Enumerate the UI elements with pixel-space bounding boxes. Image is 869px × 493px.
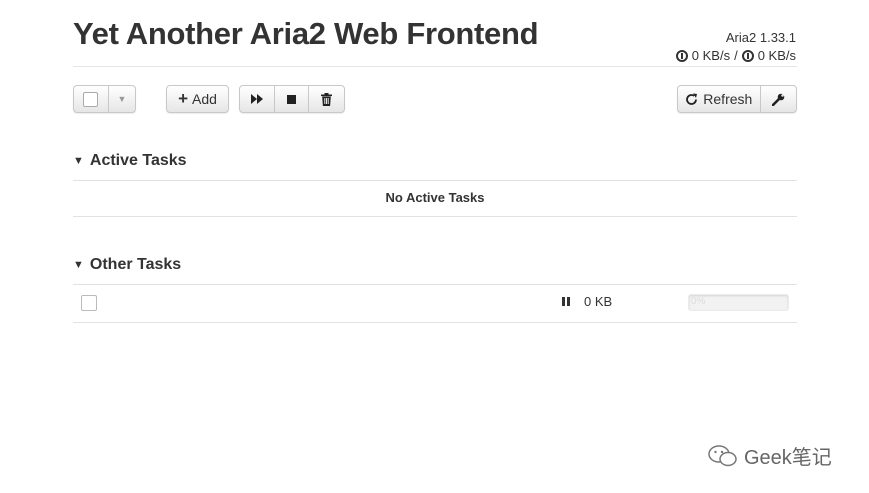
divider — [73, 322, 797, 323]
chevron-down-icon: ▼ — [73, 155, 84, 167]
upload-speed-icon — [741, 49, 754, 62]
wrench-icon — [771, 93, 785, 106]
add-button[interactable]: + Add — [167, 86, 228, 112]
download-speed-icon — [675, 49, 688, 62]
checkbox-icon — [83, 91, 99, 107]
resume-button[interactable] — [240, 86, 275, 112]
refresh-group: Refresh — [677, 85, 797, 113]
divider — [73, 180, 797, 181]
add-label: Add — [192, 91, 217, 107]
chevron-down-icon: ▼ — [73, 259, 84, 271]
speed-separator: / — [734, 48, 738, 63]
task-size: 0 KB — [584, 294, 613, 309]
wechat-icon — [708, 444, 737, 466]
caret-down-icon: ▼ — [117, 94, 127, 104]
add-group: + Add — [166, 85, 229, 113]
page-header: Yet Another Aria2 Web Frontend Aria2 1.3… — [73, 14, 797, 67]
page-title: Yet Another Aria2 Web Frontend — [73, 16, 539, 51]
refresh-label: Refresh — [703, 91, 753, 107]
plus-icon: + — [178, 88, 188, 108]
settings-button[interactable] — [761, 86, 796, 112]
refresh-button[interactable]: Refresh — [678, 86, 761, 112]
divider — [73, 284, 797, 285]
global-speed: 0 KB/s / 0 KB/s — [675, 48, 796, 63]
divider — [73, 216, 797, 217]
trash-icon — [321, 92, 333, 106]
task-progress-label: 0% — [691, 296, 706, 307]
upload-speed: 0 KB/s — [757, 48, 796, 63]
other-tasks-header[interactable]: ▼ Other Tasks — [73, 256, 181, 274]
task-progress-bar: 0% — [688, 294, 789, 311]
fast-forward-icon — [250, 94, 263, 104]
task-control-group — [239, 85, 345, 113]
active-tasks-title: Active Tasks — [89, 152, 187, 169]
task-checkbox[interactable] — [81, 295, 97, 311]
select-all-checkbox[interactable] — [74, 86, 109, 112]
select-dropdown-button[interactable]: ▼ — [109, 86, 135, 112]
refresh-icon — [686, 93, 698, 105]
watermark: Geek笔记 — [707, 441, 832, 470]
pause-icon — [562, 297, 570, 306]
select-dropdown-group: ▼ — [73, 85, 136, 113]
stop-button[interactable] — [275, 86, 310, 112]
watermark-text: Geek笔记 — [744, 447, 832, 469]
aria2-version: Aria2 1.33.1 — [725, 30, 796, 45]
active-tasks-header[interactable]: ▼ Active Tasks — [73, 152, 187, 170]
other-tasks-title: Other Tasks — [89, 256, 182, 273]
delete-button[interactable] — [309, 86, 344, 112]
download-speed: 0 KB/s — [691, 48, 731, 63]
no-active-tasks-message: No Active Tasks — [385, 190, 485, 205]
stop-icon — [287, 94, 296, 104]
